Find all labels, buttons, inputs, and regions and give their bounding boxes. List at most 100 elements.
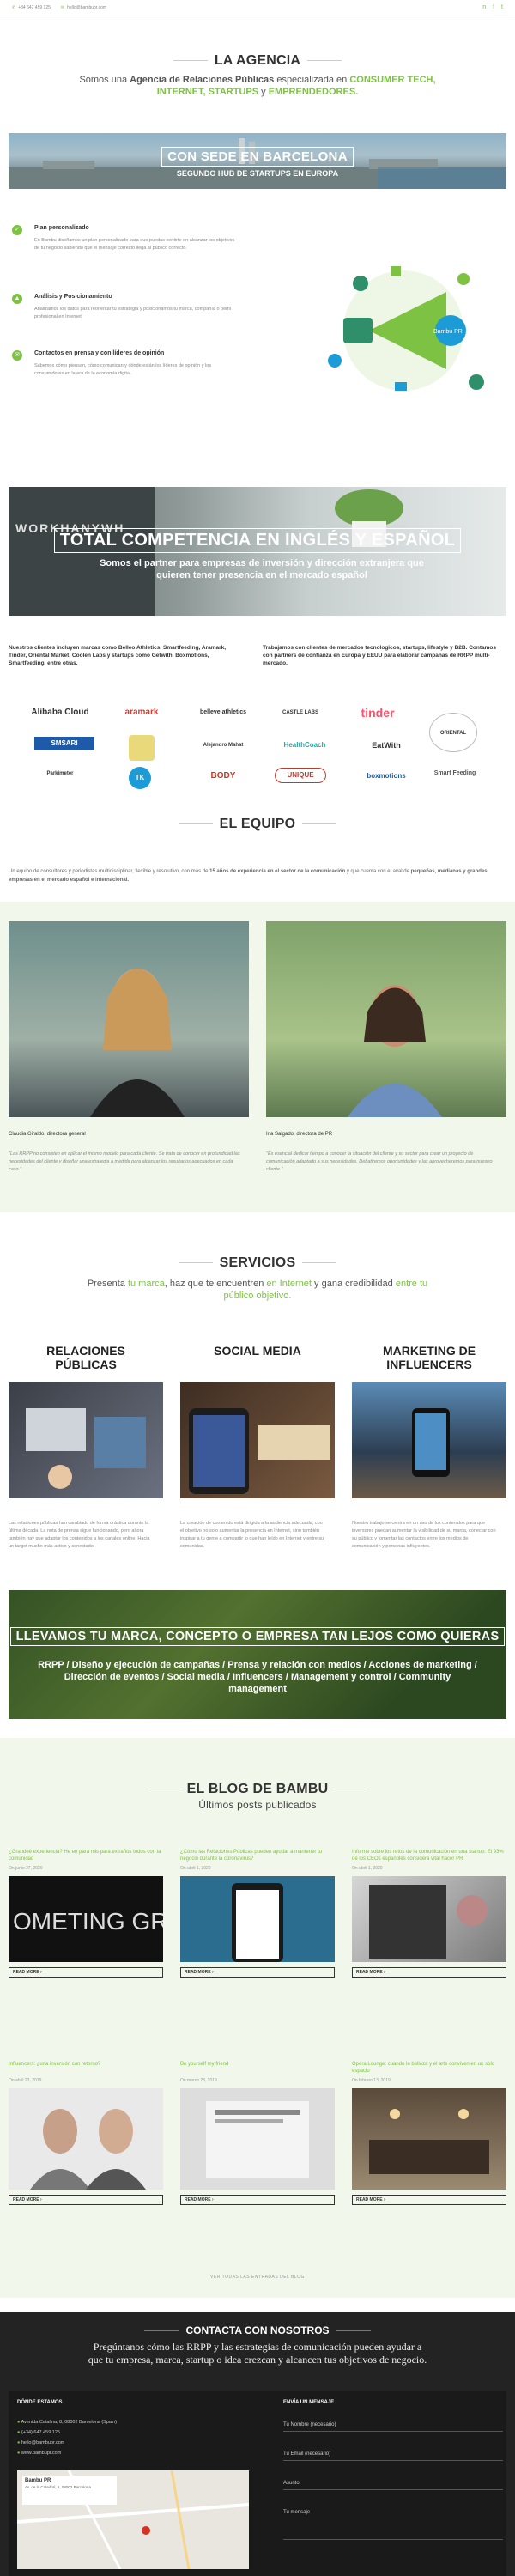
blog-subtitle: Últimos posts publicados: [198, 1799, 317, 1811]
arrow-right-icon: ›: [211, 2197, 214, 2202]
post-title[interactable]: Opera Lounge: cuando la belleza y el art…: [352, 2061, 506, 2076]
iria-name: Iria Salgado, directora de PR: [266, 1132, 333, 1137]
agency-title: LA AGENCIA: [0, 53, 515, 69]
twitter-icon[interactable]: t: [501, 4, 503, 10]
where-title: DÓNDE ESTAMOS: [17, 2400, 63, 2405]
contact-title: CONTACTA CON NOSOTROS: [0, 2324, 515, 2336]
read-more-button[interactable]: READ MORE ›: [9, 1967, 163, 1978]
logo-unique: UNIQUE: [275, 768, 326, 783]
post-title[interactable]: ¿Grandeé experiencia? He en para mis par…: [9, 1849, 163, 1864]
post-image[interactable]: OMETING GRE: [9, 1876, 163, 1962]
read-more-button[interactable]: READ MORE ›: [9, 2195, 163, 2205]
clients-right: Trabajamos con clientes de mercados tecn…: [263, 645, 497, 666]
blog-post: ¿Cómo las Relaciones Públicas pueden ayu…: [180, 1849, 335, 1978]
post-date: On febrero 13, 2019: [352, 2078, 391, 2083]
mail-icon: ●: [17, 2440, 21, 2445]
contact-email[interactable]: hello@bambupr.com: [21, 2440, 65, 2445]
claudia-name: Claudia Giraldo, directora general: [9, 1132, 86, 1137]
claudia-quote: "Las RRPP no consisten en aplicar el mis…: [9, 1151, 240, 1172]
read-more-button[interactable]: READ MORE ›: [180, 1967, 335, 1978]
all-posts-link[interactable]: VER TODAS LAS ENTRADAS DEL BLOG: [0, 2275, 515, 2280]
arrow-right-icon: ›: [383, 2197, 385, 2202]
email-field[interactable]: Tu Email (necesario): [283, 2447, 503, 2461]
location-map[interactable]: Bambu PR Av. de la Catedral, 6, 08002 Bar…: [17, 2470, 249, 2569]
barcelona-subtitle: SEGUNDO HUB DE STARTUPS EN EUROPA: [176, 169, 339, 178]
blog-post: ¿Grandeé experiencia? He en para mis par…: [9, 1849, 163, 1978]
post-date: On abril 23, 2019: [9, 2078, 42, 2083]
service-pr-image: [9, 1382, 163, 1498]
post-title[interactable]: Be yourself my friend: [180, 2061, 335, 2076]
post-image[interactable]: [180, 1876, 335, 1962]
arrow-right-icon: ›: [383, 1970, 385, 1975]
logo-castle: CASTLE LABS: [282, 710, 318, 715]
barcelona-title: CON SEDE EN BARCELONA: [161, 147, 354, 167]
top-email[interactable]: hello@bambupr.com: [67, 5, 106, 10]
blog-band: [0, 1738, 515, 2298]
logo-belleve: belleve athletics: [199, 709, 247, 715]
post-image[interactable]: [180, 2088, 335, 2190]
read-more-button[interactable]: READ MORE ›: [352, 1967, 506, 1978]
mail-icon: ✉: [60, 4, 65, 10]
svg-text:OMETING GRE: OMETING GRE: [13, 1908, 163, 1935]
logo-alibaba: Alibaba Cloud: [31, 708, 89, 717]
reach-title: LLEVAMOS TU MARCA, CONCEPTO O EMPRESA TA…: [9, 1627, 506, 1646]
service-social-title: SOCIAL MEDIA: [214, 1344, 301, 1358]
logo-oriental: ORIENTAL: [429, 713, 477, 752]
post-date: On junio 27, 2020: [9, 1866, 43, 1871]
competence-banner: WORKHANYWH TOTAL COMPETENCIA EN INGLÉS Y…: [9, 487, 506, 616]
logo-parkimeter: Parkimeter: [46, 771, 74, 776]
agency-lead: Somos una Agencia de Relaciones Públicas…: [79, 75, 436, 97]
clients-left: Nuestros clientes incluyen marcas como B…: [9, 645, 227, 666]
logo-eatwith: EatWith: [372, 741, 401, 750]
service-social-image: [180, 1382, 335, 1498]
read-more-button[interactable]: READ MORE ›: [352, 2195, 506, 2205]
top-phone[interactable]: +34 647 459 125: [18, 5, 51, 10]
megaphone-icon: ✉: [12, 350, 22, 361]
map-card: Bambu PR Av. de la Catedral, 6, 08002 Bar…: [22, 2476, 117, 2505]
service-influencers-text: Nuestro trabajo se centra en un uso de l…: [352, 1521, 496, 1549]
iria-photo: [266, 921, 506, 1117]
barcelona-banner: CON SEDE EN BARCELONA SEGUNDO HUB DE STA…: [9, 133, 506, 189]
megaphone-illustration: Bambu PR: [328, 266, 484, 391]
contact-section: CONTACTA CON NOSOTROS Pregúntanos cómo l…: [0, 2312, 515, 2576]
name-field[interactable]: Tu Nombre (necesario): [283, 2418, 503, 2432]
post-date: On marzo 28, 2019: [180, 2078, 217, 2083]
svg-text:Bambu PR: Bambu PR: [433, 329, 463, 335]
logo-smartfeeding: Smart Feeding: [433, 770, 476, 776]
post-image[interactable]: [352, 1876, 506, 1962]
top-bar: ✆ +34 647 459 125 ✉ hello@bambupr.com in…: [0, 0, 515, 15]
arrow-right-icon: ›: [211, 1970, 214, 1975]
message-field[interactable]: Tu mensaje: [283, 2506, 503, 2540]
post-image[interactable]: [9, 2088, 163, 2190]
feature-analysis: ▲ Análisis y Posicionamiento Analizamos lo…: [12, 294, 270, 337]
contact-phone[interactable]: (+34) 647 459 125: [21, 2430, 60, 2435]
post-title[interactable]: Informe sobre los retos de la comunicaci…: [352, 1849, 506, 1864]
phone-icon: ✆: [12, 4, 16, 10]
post-image[interactable]: [352, 2088, 506, 2190]
post-title[interactable]: Influencers: ¿una inversión con retorno?: [9, 2061, 163, 2076]
blog-post: Opera Lounge: cuando la belleza y el art…: [352, 2061, 506, 2205]
read-more-button[interactable]: READ MORE ›: [180, 2195, 335, 2205]
team-intro: Un equipo de consultores y periodistas m…: [9, 869, 488, 883]
facebook-icon[interactable]: f: [493, 4, 494, 10]
post-date: On abril 1, 2020: [352, 1866, 383, 1871]
subject-field[interactable]: Asunto: [283, 2476, 503, 2490]
phone-icon: ●: [17, 2430, 21, 2435]
reach-banner: LLEVAMOS TU MARCA, CONCEPTO O EMPRESA TA…: [9, 1590, 506, 1719]
contact-text: Pregúntanos cómo las RRPP y las estrateg…: [88, 2341, 427, 2366]
team-title: EL EQUIPO: [0, 817, 515, 832]
post-title[interactable]: ¿Cómo las Relaciones Públicas pueden ayu…: [180, 1849, 335, 1864]
blog-title: EL BLOG DE BAMBU: [0, 1782, 515, 1797]
logo-healthcoach: HealthCoach: [283, 741, 326, 749]
logo-boxmotions: boxmotions: [367, 772, 406, 780]
feature-plan: ✓ Plan personalizado En Bambu diseñamos un…: [12, 225, 270, 268]
chart-icon: ▲: [12, 294, 22, 304]
blog-post: Influencers: ¿una inversión con retorno?…: [9, 2061, 163, 2205]
competence-subtitle: Somos el partner para empresas de invers…: [100, 558, 424, 580]
iria-quote: "Es esencial dedicar tiempo a conocer la…: [266, 1151, 493, 1172]
blog-post: Be yourself my friend On marzo 28, 2019 …: [180, 2061, 335, 2205]
contact-web[interactable]: www.bambupr.com: [21, 2451, 61, 2456]
logo-tk: TK: [129, 767, 151, 789]
claudia-photo: [9, 921, 249, 1117]
linkedin-icon[interactable]: in: [482, 4, 486, 10]
